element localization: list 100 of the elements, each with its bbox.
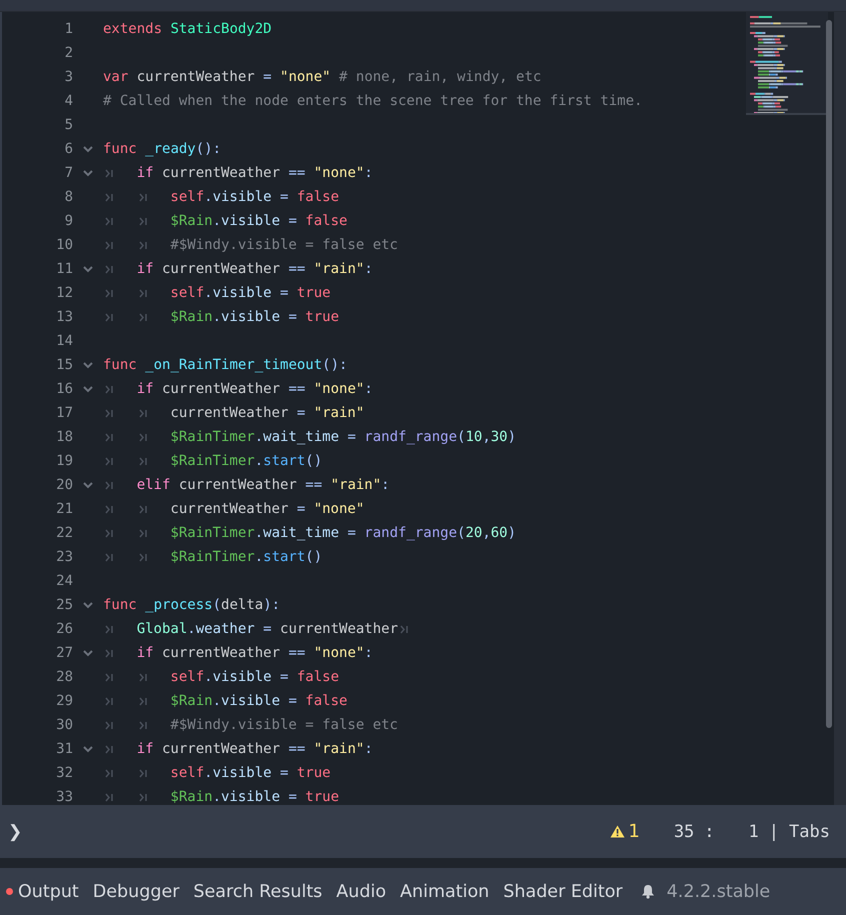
code-token: . <box>204 765 213 781</box>
panel-tab[interactable]: Animation <box>400 882 490 902</box>
panel-tab[interactable]: Audio <box>336 882 386 902</box>
fold-chevron-icon[interactable] <box>83 146 93 152</box>
code-token: wait_time <box>263 429 340 445</box>
code-token: weather <box>196 621 256 637</box>
tab-marker-icon <box>105 672 113 682</box>
code-token: if <box>136 165 155 181</box>
fold-chevron-icon[interactable] <box>83 482 93 488</box>
tab-marker-icon <box>138 408 147 418</box>
line-number: 33 <box>55 789 73 805</box>
fold-chevron-icon[interactable] <box>83 746 93 752</box>
code-token: visible <box>212 285 273 301</box>
tab-marker-icon <box>138 696 147 706</box>
line-number: 27 <box>55 645 73 661</box>
code-token: false <box>296 189 340 205</box>
code-token: == <box>288 741 306 757</box>
fold-chevron-icon[interactable] <box>83 170 93 176</box>
code-token: . <box>212 789 221 805</box>
panel-tab[interactable]: Shader Editor <box>503 882 623 902</box>
line-number: 25 <box>55 597 73 613</box>
version-label: 4.2.2.stable <box>666 882 770 902</box>
code-token: if <box>136 261 155 277</box>
code-token: false <box>305 693 348 709</box>
status-divider: | <box>768 822 780 842</box>
line-number: 18 <box>55 429 73 445</box>
panel-tab[interactable]: Output <box>6 882 79 902</box>
tab-marker-icon <box>105 624 113 634</box>
code-comment: # Called when the node enters the scene tree for the first time. <box>103 93 642 109</box>
bell-icon[interactable] <box>640 884 655 899</box>
line-number: 17 <box>55 405 73 421</box>
code-token: currentWeather <box>162 165 282 181</box>
code-token: _process <box>145 597 213 613</box>
code-token: . <box>187 621 196 637</box>
line-number: 20 <box>55 477 73 493</box>
code-token: ) <box>508 525 516 541</box>
tab-marker-icon <box>105 504 113 514</box>
code-comment: #$Windy.visible = false etc <box>170 717 398 733</box>
fold-chevron-icon[interactable] <box>83 602 93 608</box>
code-token: visible <box>221 213 282 229</box>
panel-tab[interactable]: Search Results <box>193 882 322 902</box>
code-token: . <box>212 213 221 229</box>
code-token: 30 <box>490 429 508 445</box>
tab-marker-icon <box>105 240 113 250</box>
code-token: . <box>204 189 213 205</box>
code-token: == <box>305 477 324 493</box>
line-number: 13 <box>55 309 73 325</box>
tab-marker-icon <box>105 264 113 274</box>
line-number: 29 <box>55 693 73 709</box>
code-token: 20 <box>465 525 482 541</box>
line-number: 10 <box>55 237 73 253</box>
code-token: start <box>263 453 306 469</box>
code-token: = <box>288 213 298 229</box>
code-token: "none" <box>314 381 364 397</box>
fold-chevron-icon[interactable] <box>83 650 93 656</box>
code-token: . <box>254 429 264 445</box>
line-number: 5 <box>64 117 73 133</box>
line-number: 9 <box>64 213 73 229</box>
code-token: _on_RainTimer_timeout <box>145 357 322 373</box>
tab-marker-icon <box>138 504 147 514</box>
cursor-line: 35 <box>674 822 694 842</box>
tab-marker-icon <box>138 528 147 538</box>
fold-chevron-icon[interactable] <box>83 266 93 272</box>
scrollbar[interactable] <box>826 20 832 728</box>
tab-marker-icon <box>138 432 147 442</box>
code-token: $Rain <box>170 309 213 325</box>
line-number: 16 <box>55 381 73 397</box>
code-token: , <box>482 525 491 541</box>
code-token: = <box>280 765 290 781</box>
panel-toggle[interactable]: ❯ <box>8 822 22 842</box>
line-number: 19 <box>55 453 73 469</box>
tab-marker-icon <box>138 288 147 298</box>
code-token: $Rain <box>170 213 213 229</box>
code-token: var <box>103 69 130 85</box>
code-token: $RainTimer <box>170 429 255 445</box>
code-token: = <box>288 693 298 709</box>
code-comment: #$Windy.visible = false etc <box>170 237 398 253</box>
warning-indicator[interactable]: 1 <box>610 821 640 842</box>
code-token: self <box>170 189 204 205</box>
code-token: = <box>296 405 306 421</box>
code-token: . <box>212 309 221 325</box>
indent-mode[interactable]: Tabs <box>789 822 830 842</box>
code-token: self <box>170 765 204 781</box>
code-token: = <box>280 285 290 301</box>
code-token: : <box>381 477 390 493</box>
fold-chevron-icon[interactable] <box>83 386 93 392</box>
code-token: , <box>482 429 491 445</box>
code-token: if <box>136 741 155 757</box>
minimap-drawing[interactable] <box>746 12 828 115</box>
code-token: $RainTimer <box>170 453 255 469</box>
code-token: : <box>364 261 373 277</box>
panel-tab[interactable]: Debugger <box>92 882 180 902</box>
fold-chevron-icon[interactable] <box>83 362 93 368</box>
code-token: "rain" <box>314 261 364 277</box>
code-token: true <box>296 765 331 781</box>
tab-marker-icon <box>400 624 408 634</box>
code-token: false <box>305 213 348 229</box>
code-token: self <box>170 669 204 685</box>
code-token: = <box>347 429 357 445</box>
tab-marker-icon <box>105 696 113 706</box>
